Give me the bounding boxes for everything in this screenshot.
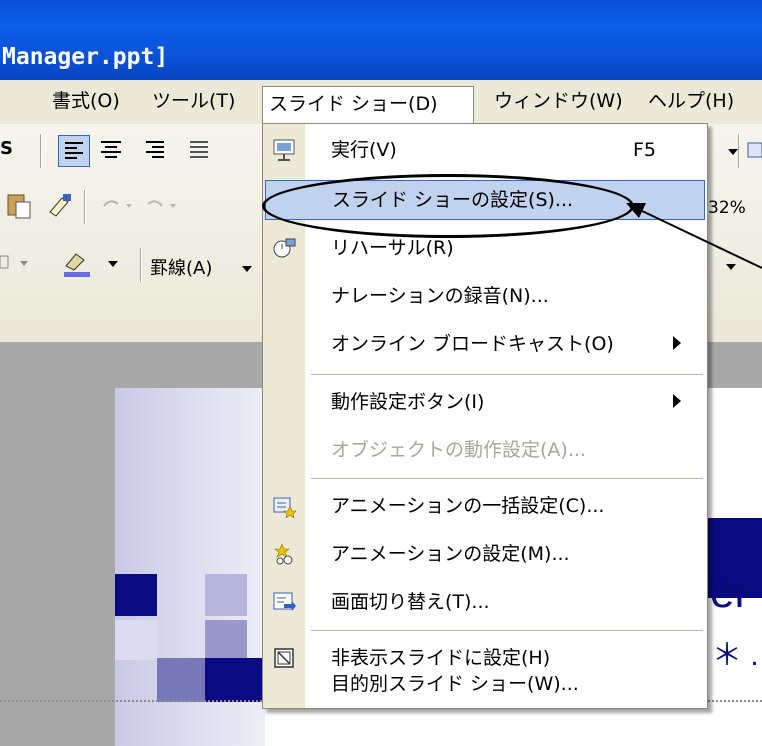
annotation-arrow-icon (626, 203, 762, 269)
